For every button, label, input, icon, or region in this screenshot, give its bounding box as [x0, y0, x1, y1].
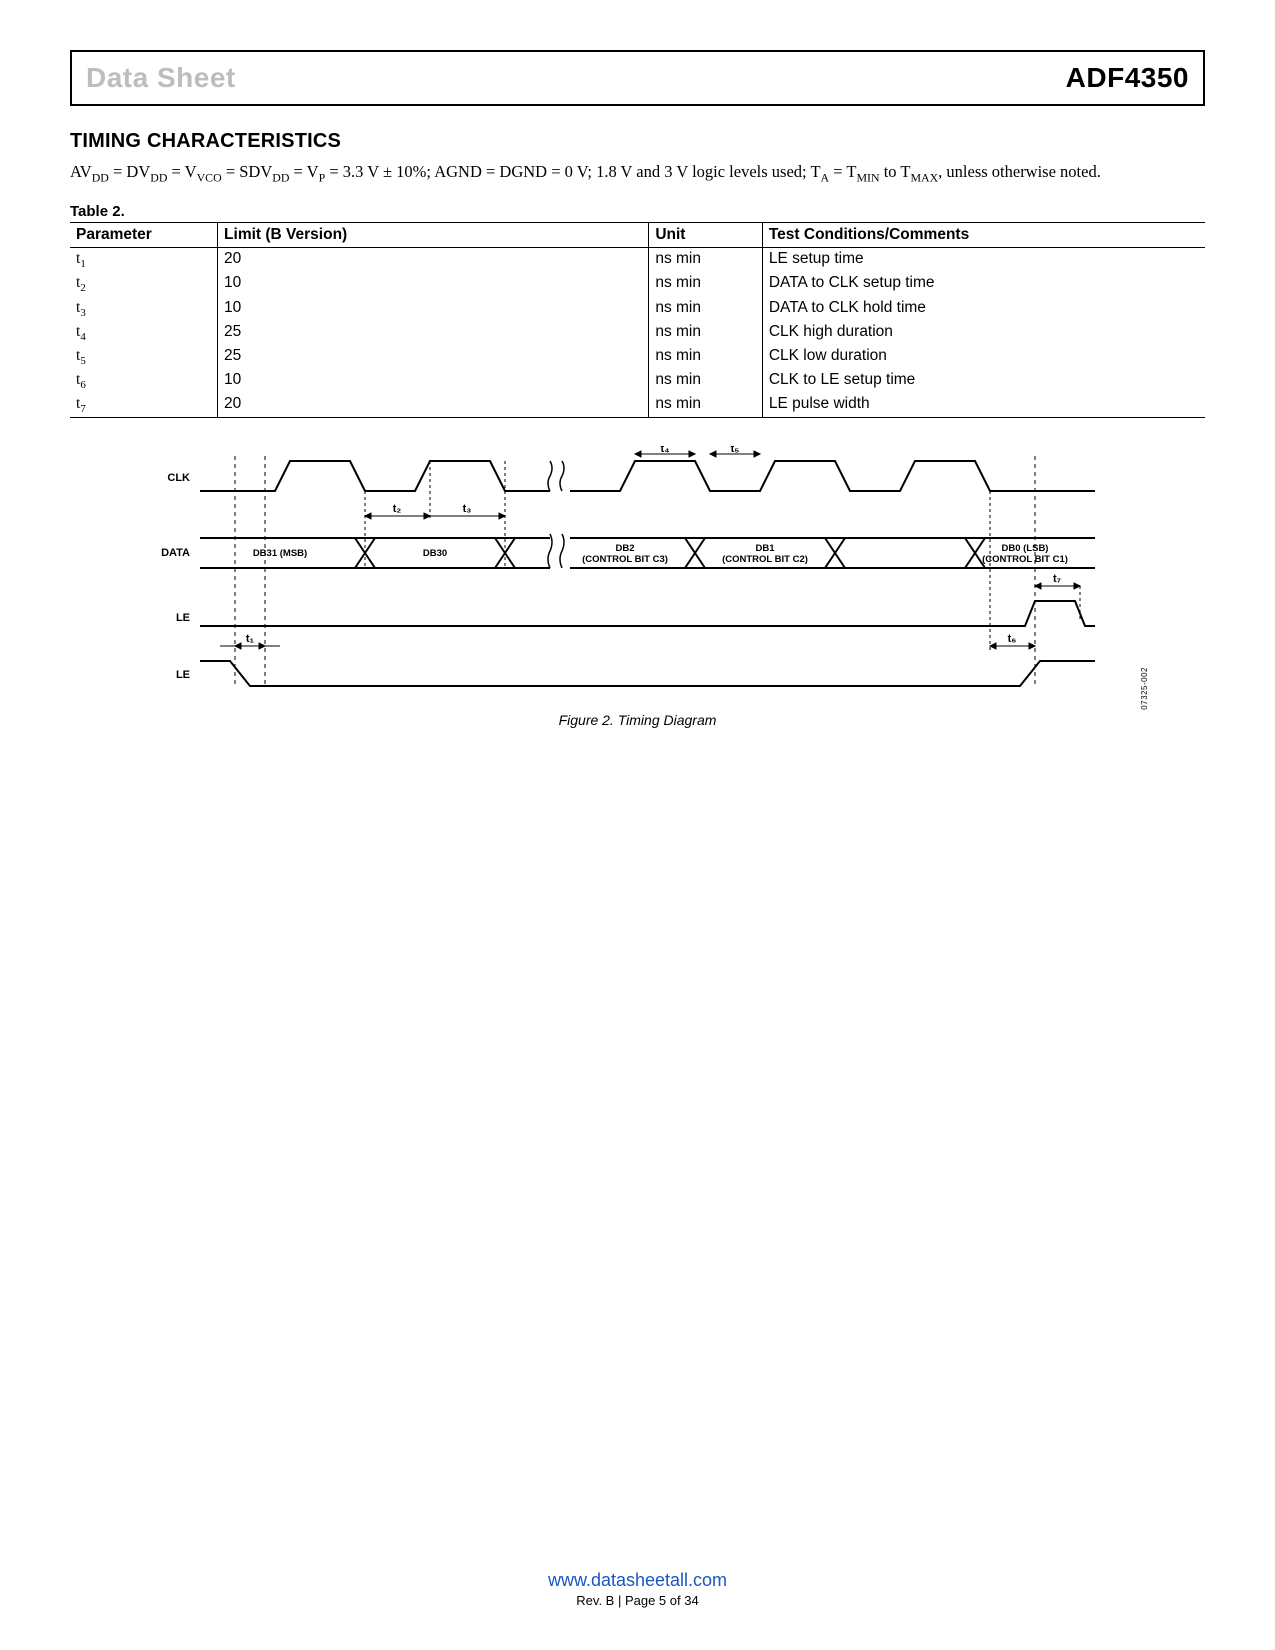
table-row: t720ns minLE pulse width	[70, 393, 1205, 418]
label-data: DATA	[161, 547, 190, 559]
label-t6: t₆	[1008, 633, 1017, 645]
label-t3: t₃	[463, 503, 472, 515]
table-row: t425ns minCLK high duration	[70, 321, 1205, 345]
data-bit-2: DB2	[615, 543, 634, 554]
table-row: t210ns minDATA to CLK setup time	[70, 272, 1205, 296]
table-row: t120ns minLE setup time	[70, 248, 1205, 273]
section-title: TIMING CHARACTERISTICS	[70, 130, 1205, 153]
header-right: ADF4350	[1066, 62, 1189, 94]
footer: www.datasheetall.com Rev. B | Page 5 of …	[0, 1570, 1275, 1608]
table-row: t525ns minCLK low duration	[70, 345, 1205, 369]
footer-revision: Rev. B | Page 5 of 34	[0, 1593, 1275, 1608]
label-le-2: LE	[176, 669, 190, 681]
th-limit: Limit (B Version)	[218, 223, 649, 248]
data-bit-0: DB31 (MSB)	[253, 548, 307, 559]
table-caption: Table 2.	[70, 203, 1205, 220]
data-ctrl-3: (CONTROL BIT C2)	[722, 554, 808, 565]
label-t2: t₂	[393, 503, 402, 515]
figure-caption: Figure 2. Timing Diagram	[130, 712, 1145, 728]
timing-diagram: CLK t₄ t₅	[130, 446, 1130, 706]
data-bit-1: DB30	[423, 548, 447, 559]
timing-table: Parameter Limit (B Version) Unit Test Co…	[70, 222, 1205, 418]
th-parameter: Parameter	[70, 223, 218, 248]
footer-link[interactable]: www.datasheetall.com	[548, 1570, 727, 1590]
th-unit: Unit	[649, 223, 763, 248]
label-t4: t₄	[661, 446, 670, 455]
data-ctrl-2: (CONTROL BIT C3)	[582, 554, 668, 565]
table-row: t310ns minDATA to CLK hold time	[70, 297, 1205, 321]
figure-wrap: CLK t₄ t₅	[130, 446, 1145, 728]
label-t7: t₇	[1053, 573, 1061, 585]
data-bit-4: DB0 (LSB)	[1002, 543, 1049, 554]
header-left: Data Sheet	[86, 62, 236, 94]
figure-docnum: 07325-002	[1140, 667, 1149, 710]
label-t5: t₅	[731, 446, 740, 455]
label-le-1: LE	[176, 612, 190, 624]
data-bit-3: DB1	[755, 543, 775, 554]
data-ctrl-4: (CONTROL BIT C1)	[982, 554, 1068, 565]
test-conditions: AVDD = DVDD = VVCO = SDVDD = VP = 3.3 V …	[70, 161, 1205, 185]
table-row: t610ns minCLK to LE setup time	[70, 369, 1205, 393]
th-conditions: Test Conditions/Comments	[762, 223, 1205, 248]
header-bar: Data Sheet ADF4350	[70, 50, 1205, 106]
label-clk: CLK	[167, 472, 190, 484]
label-t1: t₁	[246, 633, 255, 645]
